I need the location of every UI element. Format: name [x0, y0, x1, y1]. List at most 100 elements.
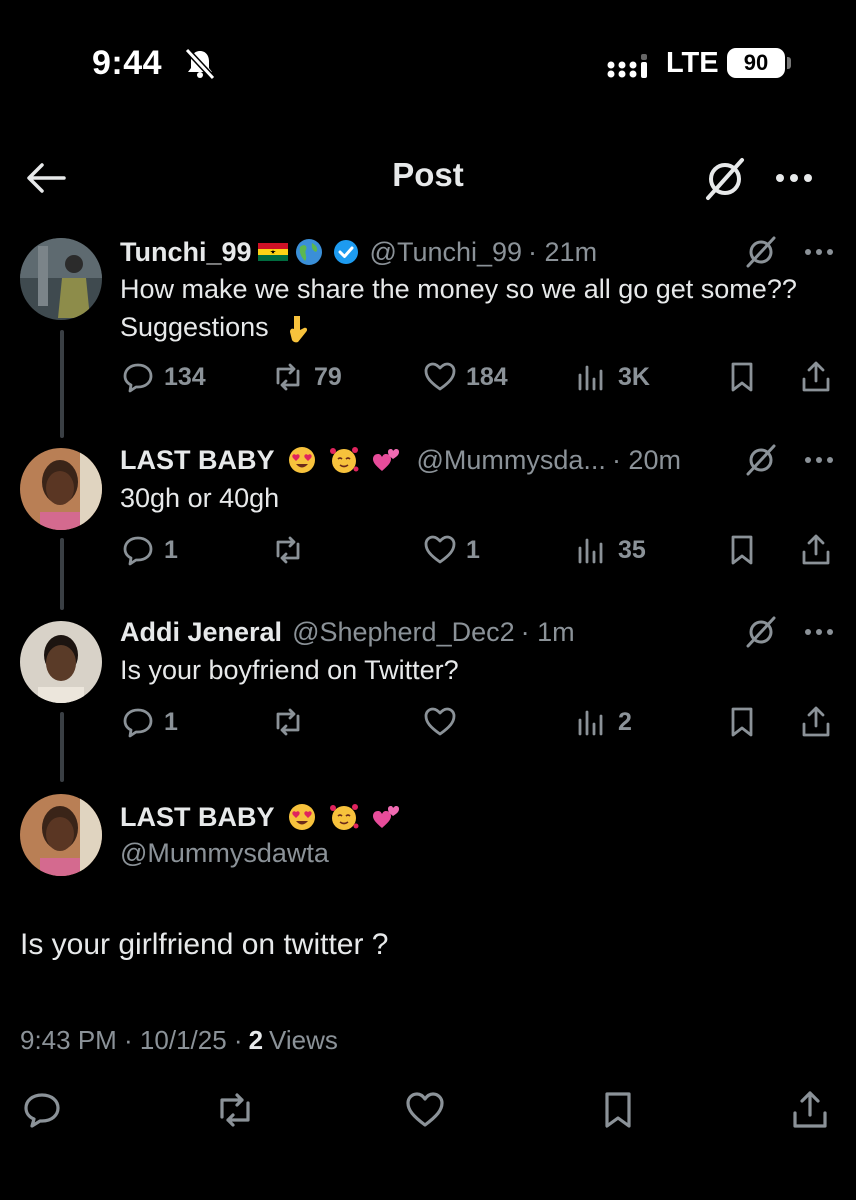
reply-text: Is your boyfriend on Twitter? — [120, 655, 459, 685]
share-button[interactable] — [788, 1088, 832, 1132]
views-label[interactable]: Views — [269, 1025, 338, 1056]
more-options-button[interactable] — [802, 235, 836, 269]
heart-icon — [424, 362, 456, 391]
bar-chart-icon — [578, 365, 603, 391]
repost-button[interactable] — [270, 702, 314, 742]
author-name[interactable]: LAST BABY — [120, 802, 275, 833]
more-options-button[interactable] — [770, 160, 818, 196]
more-horizontal-icon — [805, 249, 833, 255]
repost-button[interactable]: 79 — [270, 357, 342, 397]
grok-icon — [746, 616, 776, 648]
bookmark-button[interactable] — [724, 530, 760, 570]
repost-button[interactable] — [213, 1088, 257, 1132]
verified-badge-icon — [332, 238, 360, 266]
reply-count: 1 — [164, 707, 178, 736]
reply-count: 1 — [164, 535, 178, 564]
globe-icon — [294, 237, 324, 267]
avatar[interactable] — [20, 621, 102, 703]
more-options-button[interactable] — [802, 615, 836, 649]
bookmark-icon — [731, 362, 753, 392]
repost-button[interactable] — [270, 530, 314, 570]
avatar[interactable] — [20, 238, 102, 320]
battery-level: 90 — [727, 48, 785, 78]
repost-icon — [276, 708, 300, 736]
author-name[interactable]: Tunchi_99 — [120, 237, 252, 268]
author-handle[interactable]: @Mummysda... — [417, 445, 606, 476]
main-post-handle: @Mummysdawta — [120, 833, 329, 873]
view-count: 2 — [618, 707, 632, 736]
grok-button[interactable] — [744, 443, 778, 477]
view-count: 3K — [618, 362, 650, 391]
comment-icon — [123, 363, 153, 393]
reply-button[interactable] — [20, 1088, 64, 1132]
like-count: 184 — [466, 362, 508, 391]
author-handle[interactable]: @Shepherd_Dec2 — [292, 617, 515, 648]
share-button[interactable] — [798, 357, 834, 397]
like-button[interactable]: 1 — [422, 530, 480, 570]
bookmark-button[interactable] — [724, 357, 760, 397]
reply-button[interactable]: 1 — [120, 702, 178, 742]
share-icon — [802, 534, 830, 565]
share-button[interactable] — [798, 702, 834, 742]
smiling-hearts-emoji-icon — [329, 802, 359, 832]
pointing-down-icon — [282, 314, 312, 344]
bookmark-button[interactable] — [596, 1088, 640, 1132]
reply-text: How make we share the money so we all go… — [120, 270, 800, 346]
post-timestamp: 9:43 PM · 10/1/25 · — [20, 1024, 243, 1055]
more-horizontal-icon — [776, 174, 812, 182]
share-icon — [802, 361, 830, 392]
grok-button[interactable] — [744, 235, 778, 269]
repost-icon — [276, 536, 300, 564]
heart-icon — [424, 535, 456, 564]
bookmark-button[interactable] — [724, 702, 760, 742]
author-handle[interactable]: @Tunchi_99 — [370, 237, 523, 268]
reply-text: 30gh or 40gh — [120, 483, 280, 513]
thread-line — [60, 538, 64, 610]
grok-button[interactable] — [744, 615, 778, 649]
post-time: · 1m — [520, 616, 575, 647]
more-horizontal-icon — [805, 629, 833, 635]
like-button[interactable]: 184 — [422, 357, 508, 397]
repost-count: 79 — [314, 362, 342, 391]
repost-icon — [220, 1093, 250, 1127]
bookmark-icon — [605, 1092, 631, 1128]
like-button[interactable] — [403, 1088, 447, 1132]
author-name[interactable]: LAST BABY — [120, 445, 275, 476]
main-post-text: Is your girlfriend on twitter ? — [20, 925, 388, 965]
reply-header: LAST BABY @Mummysda... · 20m — [120, 440, 681, 480]
more-options-button[interactable] — [802, 443, 836, 477]
avatar[interactable] — [20, 794, 102, 876]
heart-icon — [424, 707, 456, 736]
author-name[interactable]: Addi Jeneral — [120, 617, 282, 648]
grok-button[interactable] — [702, 156, 748, 202]
bell-muted-icon — [182, 46, 218, 82]
comment-icon — [123, 708, 153, 738]
network-label: LTE — [666, 47, 719, 79]
post-time: · 20m — [611, 444, 681, 475]
avatar[interactable] — [20, 448, 102, 530]
views-button[interactable]: 35 — [574, 530, 646, 570]
bar-chart-icon — [578, 710, 603, 736]
heart-icon — [406, 1092, 444, 1127]
author-handle[interactable]: @Mummysdawta — [120, 838, 329, 869]
reply-count: 134 — [164, 362, 206, 391]
status-time: 9:44 — [92, 44, 163, 82]
like-count: 1 — [466, 535, 480, 564]
bookmark-icon — [731, 535, 753, 565]
two-hearts-emoji-icon — [371, 802, 401, 832]
two-hearts-emoji-icon — [371, 445, 401, 475]
share-icon — [802, 706, 830, 737]
view-count: 2 — [248, 1024, 264, 1055]
bar-chart-icon — [578, 538, 603, 564]
battery-tip — [787, 57, 791, 69]
views-button[interactable]: 3K — [574, 357, 650, 397]
thread-line — [60, 712, 64, 782]
reply-button[interactable]: 1 — [120, 530, 178, 570]
like-button[interactable] — [422, 702, 466, 742]
views-button[interactable]: 2 — [574, 702, 632, 742]
comment-icon — [24, 1093, 60, 1128]
reply-button[interactable]: 134 — [120, 357, 206, 397]
reply-header: Addi Jeneral @Shepherd_Dec2 · 1m — [120, 612, 575, 652]
share-button[interactable] — [798, 530, 834, 570]
reply-header: Tunchi_99 @Tunchi_99 · 21m — [120, 232, 597, 272]
